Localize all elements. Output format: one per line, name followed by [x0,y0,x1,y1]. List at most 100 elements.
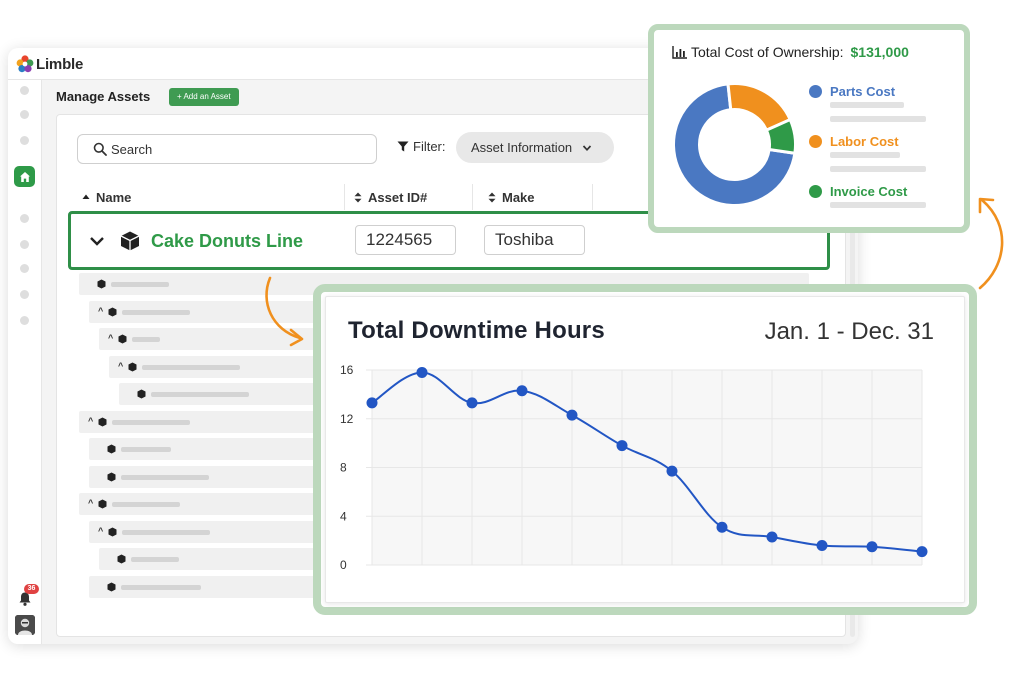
expand-caret-icon[interactable]: ^ [88,416,93,426]
column-header-asset-id[interactable]: Asset ID# [354,184,427,210]
column-header-name[interactable]: Name [82,184,131,210]
search-icon [93,142,107,156]
placeholder-line [112,419,190,425]
filter-icon [397,141,409,152]
legend-dot [809,185,822,198]
collapse-chevron-icon[interactable] [89,233,105,249]
sort-icon [354,192,362,202]
data-point[interactable] [666,465,678,477]
placeholder-line [121,447,171,452]
legend-dot [809,85,822,98]
data-point[interactable] [916,546,928,558]
y-tick-label: 0 [340,558,347,572]
asset-box-icon [108,307,117,316]
brand-name: Limble [36,56,84,73]
placeholder-line [830,102,904,108]
asset-box-icon [137,389,146,399]
data-point[interactable] [766,531,778,543]
asset-box-icon [120,231,140,251]
asset-box-icon [117,554,126,564]
nav-item[interactable] [20,316,29,325]
search-input[interactable] [111,140,361,158]
asset-box-icon [97,279,106,289]
cost-donut-chart [672,82,797,207]
placeholder-line [122,529,210,535]
data-point[interactable] [516,385,528,397]
chevron-down-icon [583,144,592,151]
left-rail [8,80,42,644]
data-point[interactable] [466,397,478,409]
placeholder-line [151,392,249,397]
legend-invoice-cost: Invoice Cost [809,184,907,199]
tco-title: Total Cost of Ownership: $131,000 [672,44,909,60]
data-point[interactable] [416,366,428,378]
placeholder-line [132,337,160,342]
downtime-chart-panel: Total Downtime Hours Jan. 1 - Dec. 31 04… [325,296,965,603]
column-divider [592,184,593,210]
limble-logo-icon [16,55,34,73]
asset-box-icon [118,334,127,344]
placeholder-line [111,282,169,287]
curved-arrow-icon [978,197,1004,290]
filter-dropdown[interactable]: Asset Information [456,132,614,163]
avatar-icon [15,615,35,635]
placeholder-line [121,584,201,590]
legend-dot [809,135,822,148]
column-divider [472,184,473,210]
data-point[interactable] [816,540,828,551]
column-divider [344,184,345,210]
placeholder-line [121,474,209,480]
placeholder-line [830,116,926,122]
placeholder-line [131,557,179,562]
add-asset-button[interactable]: + Add an Asset [169,88,239,106]
expand-caret-icon[interactable]: ^ [98,526,103,536]
downtime-card: Total Downtime Hours Jan. 1 - Dec. 31 04… [313,284,977,615]
asset-box-icon [107,444,116,454]
placeholder-line [142,364,240,370]
filter-label: Filter: [397,139,446,154]
sort-icon [488,192,496,202]
asset-box-icon [107,582,116,591]
bar-chart-icon [672,46,687,59]
nav-home-button[interactable] [14,166,35,187]
search-box[interactable] [77,134,377,164]
expand-caret-icon[interactable]: ^ [98,306,103,316]
asset-make-field[interactable]: Toshiba [484,225,585,255]
nav-item[interactable] [20,290,29,299]
legend-labor-cost: Labor Cost [809,134,899,149]
data-point[interactable] [366,397,378,409]
expand-caret-icon[interactable]: ^ [108,333,113,343]
asset-box-icon [128,362,137,371]
placeholder-line [830,202,926,208]
data-point[interactable] [616,440,628,452]
tco-value: $131,000 [850,44,909,60]
downtime-line-chart: 0 4 8 12 16 [340,363,928,572]
sort-asc-icon [82,194,90,199]
nav-item[interactable] [20,86,29,95]
data-point[interactable] [866,541,878,553]
asset-id-field[interactable]: 1224565 [355,225,456,255]
filter-label-text: Filter: [413,139,446,154]
y-tick-label: 16 [340,363,354,377]
y-tick-label: 8 [340,461,347,475]
asset-box-icon [108,527,117,536]
column-header-make[interactable]: Make [488,184,535,210]
placeholder-line [830,166,926,172]
placeholder-line [122,309,190,315]
asset-name[interactable]: Cake Donuts Line [151,231,303,252]
expand-caret-icon[interactable]: ^ [88,498,93,508]
data-point[interactable] [716,521,728,533]
nav-item[interactable] [20,136,29,145]
page-title: Manage Assets [56,89,151,104]
nav-item[interactable] [20,110,29,119]
data-point[interactable] [566,409,578,421]
y-tick-label: 12 [340,412,354,426]
legend-parts-cost: Parts Cost [809,84,895,99]
expand-caret-icon[interactable]: ^ [118,361,123,371]
home-icon [19,171,30,182]
placeholder-line [830,152,900,158]
nav-item[interactable] [20,214,29,223]
user-avatar[interactable] [15,615,35,635]
nav-item[interactable] [20,240,29,249]
nav-item[interactable] [20,264,29,273]
